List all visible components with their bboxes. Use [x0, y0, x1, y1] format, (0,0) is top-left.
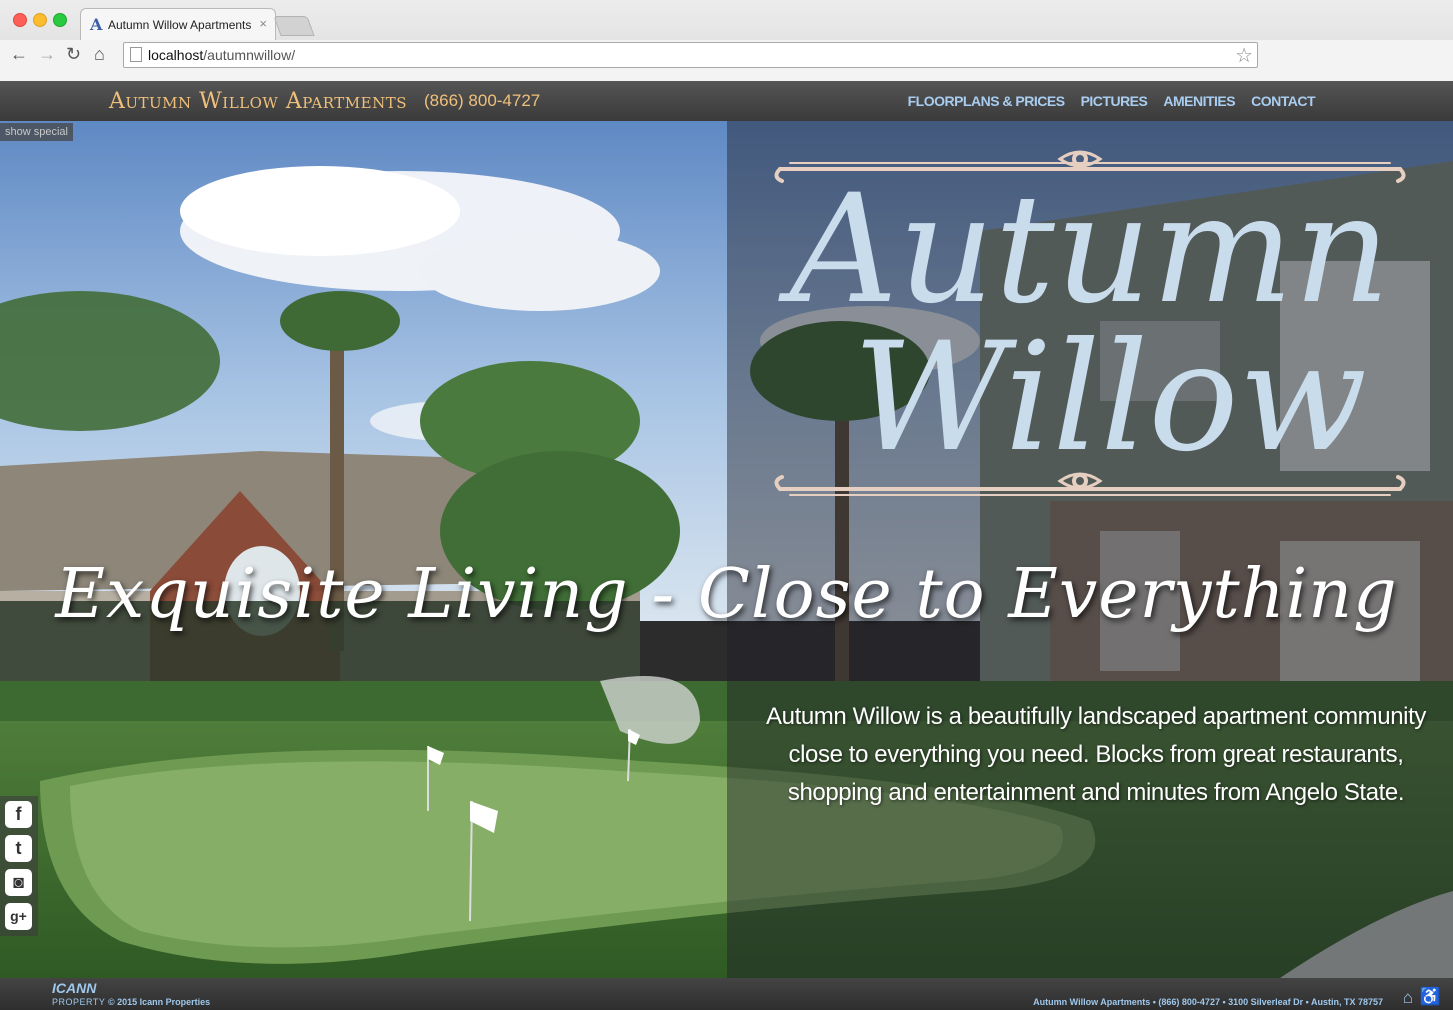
forward-arrow-icon[interactable]: →	[38, 44, 56, 64]
nav-amenities[interactable]: Amenities	[1163, 93, 1235, 109]
show-special-button[interactable]: show special	[0, 123, 73, 141]
header-phone[interactable]: (866) 800-4727	[424, 91, 540, 111]
company-logo-sub: PROPERTY	[52, 997, 106, 1007]
copyright-text: © 2015 Icann Properties	[108, 997, 211, 1007]
hero-description: Autumn Willow is a beautifully landscape…	[766, 703, 1426, 806]
accessibility-icon: ♿	[1419, 987, 1441, 1006]
tab-close-icon[interactable]: ×	[259, 16, 267, 31]
home-icon[interactable]: ⌂	[94, 44, 105, 64]
window-maximize-button[interactable]	[53, 13, 67, 27]
page-icon	[130, 47, 142, 62]
tab-favicon-icon: A	[90, 15, 103, 34]
site-header: Autumn Willow Apartments (866) 800-4727 …	[0, 81, 1453, 121]
nav-pictures[interactable]: Pictures	[1081, 93, 1148, 109]
google-plus-icon[interactable]: g+	[5, 903, 32, 930]
url-text: localhost/autumnwillow/	[148, 47, 296, 63]
tab-title: Autumn Willow Apartments	[108, 18, 252, 32]
hero-section: show special Autumn Willow Exquisite Liv…	[0, 121, 1453, 978]
reload-icon[interactable]: ↻	[66, 44, 81, 64]
hero-tagline: Exquisite Living - Close to Everything	[55, 555, 1398, 634]
facebook-icon[interactable]: f	[5, 801, 32, 828]
main-nav: Floorplans & Prices Pictures Amenities C…	[908, 93, 1316, 109]
address-bar[interactable]: localhost/autumnwillow/ ☆	[123, 42, 1258, 68]
twitter-icon[interactable]: t	[5, 835, 32, 862]
window-minimize-button[interactable]	[33, 13, 47, 27]
logo-line-2: Willow	[853, 311, 1367, 485]
nav-contact[interactable]: Contact	[1251, 93, 1315, 109]
browser-toolbar: ← → ↻ ⌂ localhost/autumnwillow/ ☆	[0, 40, 1453, 81]
equal-housing-icon: ⌂	[1402, 988, 1413, 1007]
browser-chrome: A Autumn Willow Apartments × ← → ↻ ⌂ loc…	[0, 0, 1453, 82]
social-bar: f t ◙ g+	[0, 796, 38, 936]
company-logo[interactable]: ICANN	[52, 980, 96, 996]
new-tab-button[interactable]	[273, 16, 315, 36]
window-close-button[interactable]	[13, 13, 27, 27]
site-footer: ICANN PROPERTY © 2015 Icann Properties A…	[0, 978, 1453, 1010]
bookmark-star-icon[interactable]: ☆	[1235, 43, 1253, 68]
footer-address: Autumn Willow Apartments • (866) 800-472…	[1033, 997, 1383, 1007]
instagram-icon[interactable]: ◙	[5, 869, 32, 896]
nav-floorplans-prices[interactable]: Floorplans & Prices	[908, 93, 1065, 109]
autumn-willow-logo: Autumn Willow	[774, 150, 1406, 496]
back-arrow-icon[interactable]: ←	[10, 44, 28, 64]
site-brand[interactable]: Autumn Willow Apartments	[109, 89, 407, 114]
browser-tab[interactable]: A Autumn Willow Apartments ×	[80, 8, 276, 41]
